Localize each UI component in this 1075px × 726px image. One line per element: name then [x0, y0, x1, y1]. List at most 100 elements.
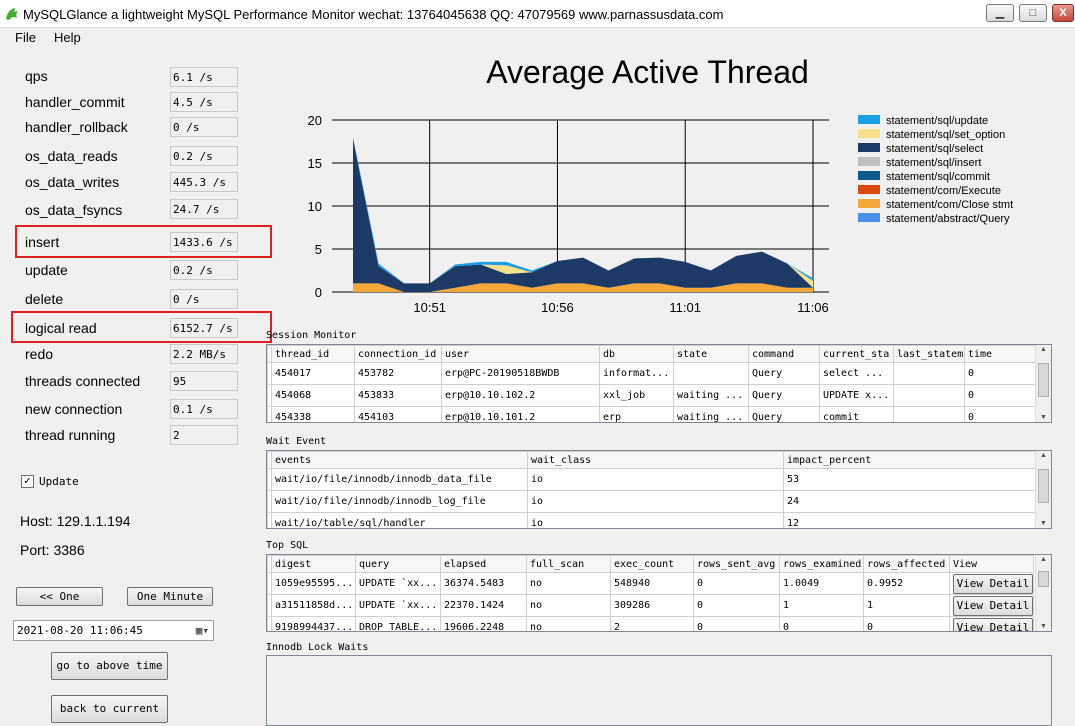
table-row[interactable]: wait/io/file/innodb/innodb_data_file io … — [267, 468, 1040, 491]
table-cell: waiting ... — [673, 384, 749, 407]
scroll-up-icon[interactable]: ▲ — [1040, 556, 1047, 563]
scroll-down-icon[interactable]: ▼ — [1040, 520, 1047, 527]
calendar-dropdown-icon[interactable]: ▦▾ — [196, 624, 209, 637]
update-checkbox-label: Update — [39, 475, 79, 488]
column-header[interactable]: rows_examined — [779, 555, 864, 573]
table-row[interactable]: wait/io/table/sql/handler io 12 — [267, 512, 1040, 528]
column-header[interactable]: elapsed — [440, 555, 527, 573]
metric-value-threads-connected: 95 — [170, 371, 238, 391]
metric-label-new-connection: new connection — [25, 401, 123, 417]
metric-label-redo: redo — [25, 346, 54, 362]
highlight-frame-insert — [15, 225, 272, 258]
column-header[interactable]: time — [964, 345, 1037, 363]
scroll-down-icon[interactable]: ▼ — [1040, 623, 1047, 630]
column-header[interactable]: connection_id — [354, 345, 442, 363]
column-header[interactable]: user — [441, 345, 600, 363]
scrollbar-thumb[interactable] — [1038, 469, 1049, 503]
view-detail-button[interactable]: View Detail — [953, 596, 1033, 616]
legend-swatch — [858, 143, 880, 152]
table-row[interactable]: 454017 453782 erp@PC-20190518BWDB inform… — [267, 362, 1037, 385]
column-header[interactable]: rows_sent_avg — [693, 555, 780, 573]
metric-value-qps: 6.1 /s — [170, 67, 238, 87]
table-cell: 0 — [964, 362, 1037, 385]
table-row[interactable]: wait/io/file/innodb/innodb_log_file io 2… — [267, 490, 1040, 513]
previous-one-button[interactable]: << One — [16, 587, 103, 606]
view-detail-button[interactable]: View Detail — [953, 618, 1033, 631]
column-header[interactable]: db — [599, 345, 674, 363]
column-header[interactable]: thread_id — [271, 345, 355, 363]
menu-file[interactable]: File — [15, 30, 36, 45]
legend-swatch — [858, 115, 880, 124]
table-cell: commit — [819, 406, 894, 422]
metric-label-handler-commit: handler_commit — [25, 94, 125, 110]
metric-label-delete: delete — [25, 291, 64, 307]
menu-help[interactable]: Help — [54, 30, 81, 45]
metric-value-update: 0.2 /s — [170, 260, 238, 280]
table-cell: wait/io/table/sql/handler — [271, 512, 528, 528]
top-sql-scrollbar[interactable]: ▲ ▼ — [1035, 555, 1051, 631]
scrollbar-thumb[interactable] — [1038, 571, 1049, 587]
session-monitor-scrollbar[interactable]: ▲ ▼ — [1035, 345, 1051, 422]
table-row[interactable]: 454068 453833 erp@10.10.102.2 xxl_job wa… — [267, 384, 1037, 407]
y-tick-label: 20 — [308, 113, 322, 128]
datetime-picker[interactable]: 2021-08-20 11:06:45 ▦▾ — [13, 620, 214, 641]
column-header[interactable]: digest — [271, 555, 356, 573]
column-header[interactable]: wait_class — [527, 451, 784, 469]
column-header[interactable]: command — [748, 345, 820, 363]
top-sql-grid: digest query elapsed full_scan exec_coun… — [266, 554, 1052, 632]
column-header[interactable]: View — [949, 555, 1034, 573]
table-cell: 53 — [783, 468, 1040, 491]
average-active-thread-chart: 0 5 10 15 20 10:51 10:56 11:01 11:06 statement/sq… — [308, 113, 1014, 315]
legend-swatch — [858, 199, 880, 208]
close-button[interactable]: X — [1052, 4, 1074, 22]
scrollbar-thumb[interactable] — [1038, 363, 1049, 397]
table-cell — [673, 362, 749, 385]
table-cell: io — [527, 468, 784, 491]
view-detail-button[interactable]: View Detail — [953, 574, 1033, 594]
legend-swatch — [858, 171, 880, 180]
table-cell: a31511858d... — [271, 594, 356, 617]
maximize-button[interactable]: □ — [1019, 4, 1047, 22]
scroll-down-icon[interactable]: ▼ — [1040, 414, 1047, 421]
table-cell: DROP TABLE... — [355, 616, 441, 631]
column-header[interactable]: impact_percent — [783, 451, 1040, 469]
table-cell: 19606.2248 — [440, 616, 527, 631]
table-row[interactable]: 9198994437... DROP TABLE... 19606.2248 n… — [267, 616, 1034, 631]
column-header[interactable]: exec_count — [610, 555, 694, 573]
window-title: MySQLGlance a lightweight MySQL Performa… — [23, 7, 724, 22]
minimize-button[interactable]: ▁ — [986, 4, 1014, 22]
table-cell — [893, 362, 965, 385]
table-row[interactable]: 454338 454103 erp@10.10.101.2 erp waitin… — [267, 406, 1037, 422]
table-cell: Query — [748, 384, 820, 407]
column-header[interactable]: rows_affected — [863, 555, 950, 573]
table-row[interactable]: 1059e95595... UPDATE `xx... 36374.5483 n… — [267, 572, 1034, 595]
wait-event-scrollbar[interactable]: ▲ ▼ — [1035, 451, 1051, 528]
column-header[interactable]: query — [355, 555, 441, 573]
metric-value-delete: 0 /s — [170, 289, 238, 309]
one-minute-button[interactable]: One Minute — [127, 587, 213, 606]
table-cell: erp — [599, 406, 674, 422]
update-checkbox[interactable]: ✓ — [21, 475, 34, 488]
table-cell: UPDATE x... — [819, 384, 894, 407]
innodb-lock-waits-panel — [266, 655, 1052, 726]
metric-value-os-data-writes: 445.3 /s — [170, 172, 238, 192]
view-cell: View Detail — [949, 594, 1034, 617]
scroll-up-icon[interactable]: ▲ — [1040, 346, 1047, 353]
scroll-up-icon[interactable]: ▲ — [1040, 452, 1047, 459]
column-header[interactable]: last_statem — [893, 345, 965, 363]
column-header[interactable]: full_scan — [526, 555, 611, 573]
table-cell: no — [526, 594, 611, 617]
legend-label: statement/sql/commit — [886, 171, 990, 183]
column-header[interactable]: current_sta — [819, 345, 894, 363]
table-cell: 453833 — [354, 384, 442, 407]
table-cell: 0 — [779, 616, 864, 631]
datetime-value: 2021-08-20 11:06:45 — [17, 624, 143, 637]
table-row[interactable]: a31511858d... UPDATE `xx... 22370.1424 n… — [267, 594, 1034, 617]
column-header[interactable]: state — [673, 345, 749, 363]
column-header[interactable]: events — [271, 451, 528, 469]
go-to-above-time-button[interactable]: go to above time — [51, 652, 168, 680]
wait-event-grid: events wait_class impact_percent wait/io… — [266, 450, 1052, 529]
table-cell: select ... — [819, 362, 894, 385]
view-cell: View Detail — [949, 616, 1034, 631]
back-to-current-button[interactable]: back to current — [51, 695, 168, 723]
